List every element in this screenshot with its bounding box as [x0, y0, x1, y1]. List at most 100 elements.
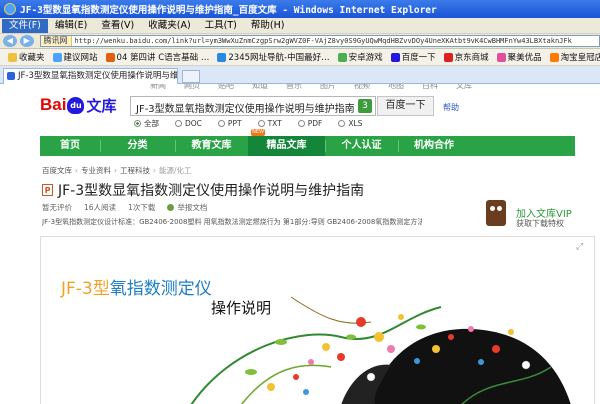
breadcrumb-separator: ›: [153, 166, 156, 175]
favorite-label: 2345网址导航-中国最好…: [228, 53, 330, 63]
nav-item[interactable]: 首页: [40, 136, 100, 156]
window-titlebar: JF-3型数显氧指数测定仪使用操作说明与维护指南_百度文库 - Windows …: [0, 0, 600, 18]
radio-icon[interactable]: [297, 120, 305, 127]
top-nav-link[interactable]: 贴吧: [218, 84, 234, 90]
favorite-icon: [443, 52, 453, 62]
favorite-link[interactable]: 安卓游戏: [337, 51, 383, 63]
favorite-icon: [52, 52, 62, 62]
nav-item[interactable]: 个人认证: [325, 136, 398, 156]
download-count: 1次下载: [128, 203, 156, 212]
radio-icon[interactable]: [338, 120, 346, 127]
menu-help[interactable]: 帮助(H): [244, 19, 292, 33]
top-nav-link[interactable]: 百科: [422, 84, 438, 90]
tab-label: JF-3型数显氧指数测定仪使用操作说明与维护...: [18, 71, 178, 81]
filter-label: TXT: [267, 119, 282, 128]
top-nav-link[interactable]: 文库: [456, 84, 472, 90]
favorite-icon: [496, 52, 506, 62]
radio-icon[interactable]: [257, 120, 265, 127]
radio-icon[interactable]: [134, 120, 141, 127]
filter-option[interactable]: XLS: [338, 118, 362, 129]
favorite-link[interactable]: 04 第四讲 C语言基础 …: [105, 51, 209, 63]
nav-item[interactable]: 教育文库: [175, 136, 248, 156]
filter-option[interactable]: 全部: [134, 118, 159, 129]
document-summary: JF-3型氧指数测定仪设计标准：GB2406-2008塑料 用氧指数法测定燃烧行…: [42, 218, 422, 226]
expand-icon[interactable]: ⤢: [576, 242, 586, 252]
report-link[interactable]: 举报文档: [167, 202, 219, 213]
breadcrumb-link[interactable]: 工程科技: [120, 166, 150, 175]
filter-option[interactable]: TXT: [257, 118, 282, 129]
filter-option[interactable]: PDF: [297, 118, 323, 129]
favorites-bar: 收藏夹 建议网站 04 第四讲 C语言基础 … 2345网址导航-中国最好… 安卓游戏 百…: [0, 49, 600, 66]
top-nav-link[interactable]: 新闻: [150, 84, 166, 90]
paw-icon: du: [67, 96, 85, 114]
browser-tab[interactable]: JF-3型数显氧指数测定仪使用操作说明与维护...: [3, 68, 178, 84]
favorite-link[interactable]: 收藏夹: [8, 51, 45, 63]
new-badge: NEW: [251, 129, 265, 136]
favorite-link[interactable]: 淘宝皇冠店: [549, 51, 600, 63]
search-query[interactable]: JF-3型数显氧指数测定仪使用操作说明与维护指南: [136, 100, 355, 115]
favorite-label: 收藏夹: [19, 53, 45, 63]
nav-item[interactable]: 机构合作: [398, 136, 470, 156]
breadcrumb-link[interactable]: 能源/化工: [159, 166, 192, 175]
breadcrumb-link[interactable]: 百度文库: [42, 166, 72, 175]
report-label: 举报文档: [177, 203, 208, 212]
main-nav: 首页 分类 教育文库 精品文库 个人认证 机构合作: [40, 136, 575, 156]
top-nav-link[interactable]: 地图: [388, 84, 404, 90]
breadcrumb-link[interactable]: 专业资料: [81, 166, 111, 175]
url-text[interactable]: http://wenku.baidu.com/link?url=ym3WwXuZ…: [72, 37, 572, 45]
favorite-icon: [549, 52, 559, 62]
menu-tools[interactable]: 工具(T): [198, 19, 244, 33]
menu-file[interactable]: 文件(F): [2, 18, 48, 33]
favorite-icon: [217, 52, 227, 62]
radio-icon[interactable]: [217, 120, 225, 127]
cover-title: JF-3型氧指数测定仪: [61, 274, 212, 299]
favorite-link[interactable]: 建议网站: [52, 51, 98, 63]
document-title-row: P JF-3型数显氧指数测定仪使用操作说明与维护指南: [42, 180, 364, 200]
vip-promo[interactable]: 加入文库VIP 获取下载特权: [483, 196, 593, 236]
nav-item[interactable]: 精品文库: [248, 136, 325, 156]
search-input[interactable]: JF-3型数显氧指数测定仪使用操作说明与维护指南 3: [130, 96, 376, 116]
top-nav-link[interactable]: 图片: [320, 84, 336, 90]
menu-bar: 文件(F) 编辑(E) 查看(V) 收藏夹(A) 工具(T) 帮助(H): [0, 18, 600, 34]
top-nav-link[interactable]: 视频: [354, 84, 370, 90]
breadcrumb-separator: ›: [75, 166, 78, 175]
filter-option[interactable]: DOC: [175, 118, 202, 129]
back-icon[interactable]: ◀: [3, 35, 17, 47]
document-viewer[interactable]: JF-3型氧指数测定仪 操作说明 ⤢: [40, 236, 595, 404]
favorite-link[interactable]: 2345网址导航-中国最好…: [217, 51, 330, 63]
menu-edit[interactable]: 编辑(E): [48, 19, 94, 33]
favorite-label: 聚美优品: [507, 53, 542, 63]
search-badge: 3: [358, 99, 372, 113]
filter-label: XLS: [348, 119, 363, 128]
reader-count: 16人阅读: [84, 203, 117, 212]
favorite-link[interactable]: 京东商城: [443, 51, 489, 63]
search-button[interactable]: 百度一下: [377, 96, 434, 116]
rating-text: 暂无评价: [42, 203, 72, 212]
security-tag: 腾讯网: [40, 36, 72, 46]
url-field[interactable]: 腾讯网 http://wenku.baidu.com/link?url=ym3W…: [39, 35, 600, 47]
menu-favorites[interactable]: 收藏夹(A): [141, 19, 197, 33]
forward-icon[interactable]: ▶: [19, 35, 34, 47]
help-link[interactable]: 帮助: [443, 102, 459, 113]
favorite-label: 建议网站: [63, 53, 98, 63]
top-nav-link[interactable]: 网页: [184, 84, 200, 90]
favorite-label: 京东商城: [454, 53, 489, 63]
favorite-icon: [390, 52, 400, 62]
favorite-link[interactable]: 聚美优品: [496, 51, 542, 63]
radio-icon[interactable]: [175, 120, 182, 127]
top-nav-link[interactable]: 音乐: [286, 84, 302, 90]
new-tab-button[interactable]: [182, 70, 200, 83]
filter-label: PDF: [307, 119, 323, 128]
cover-title-model: JF-3型: [61, 279, 110, 299]
filetype-filters: 全部 DOC PPT TXT PDF XLS: [134, 118, 378, 129]
baidu-wenku-logo[interactable]: Bai du 文库: [40, 94, 116, 116]
filter-label: DOC: [185, 119, 202, 128]
favorite-link[interactable]: 百度一下: [390, 51, 436, 63]
filter-option[interactable]: PPT: [217, 118, 242, 129]
nav-item[interactable]: 分类: [100, 136, 175, 156]
menu-view[interactable]: 查看(V): [94, 19, 141, 33]
flower-artwork: [190, 296, 571, 404]
filter-label: 全部: [144, 119, 159, 128]
favorite-label: 淘宝皇冠店: [560, 53, 600, 63]
top-nav-link[interactable]: 知道: [252, 84, 268, 90]
